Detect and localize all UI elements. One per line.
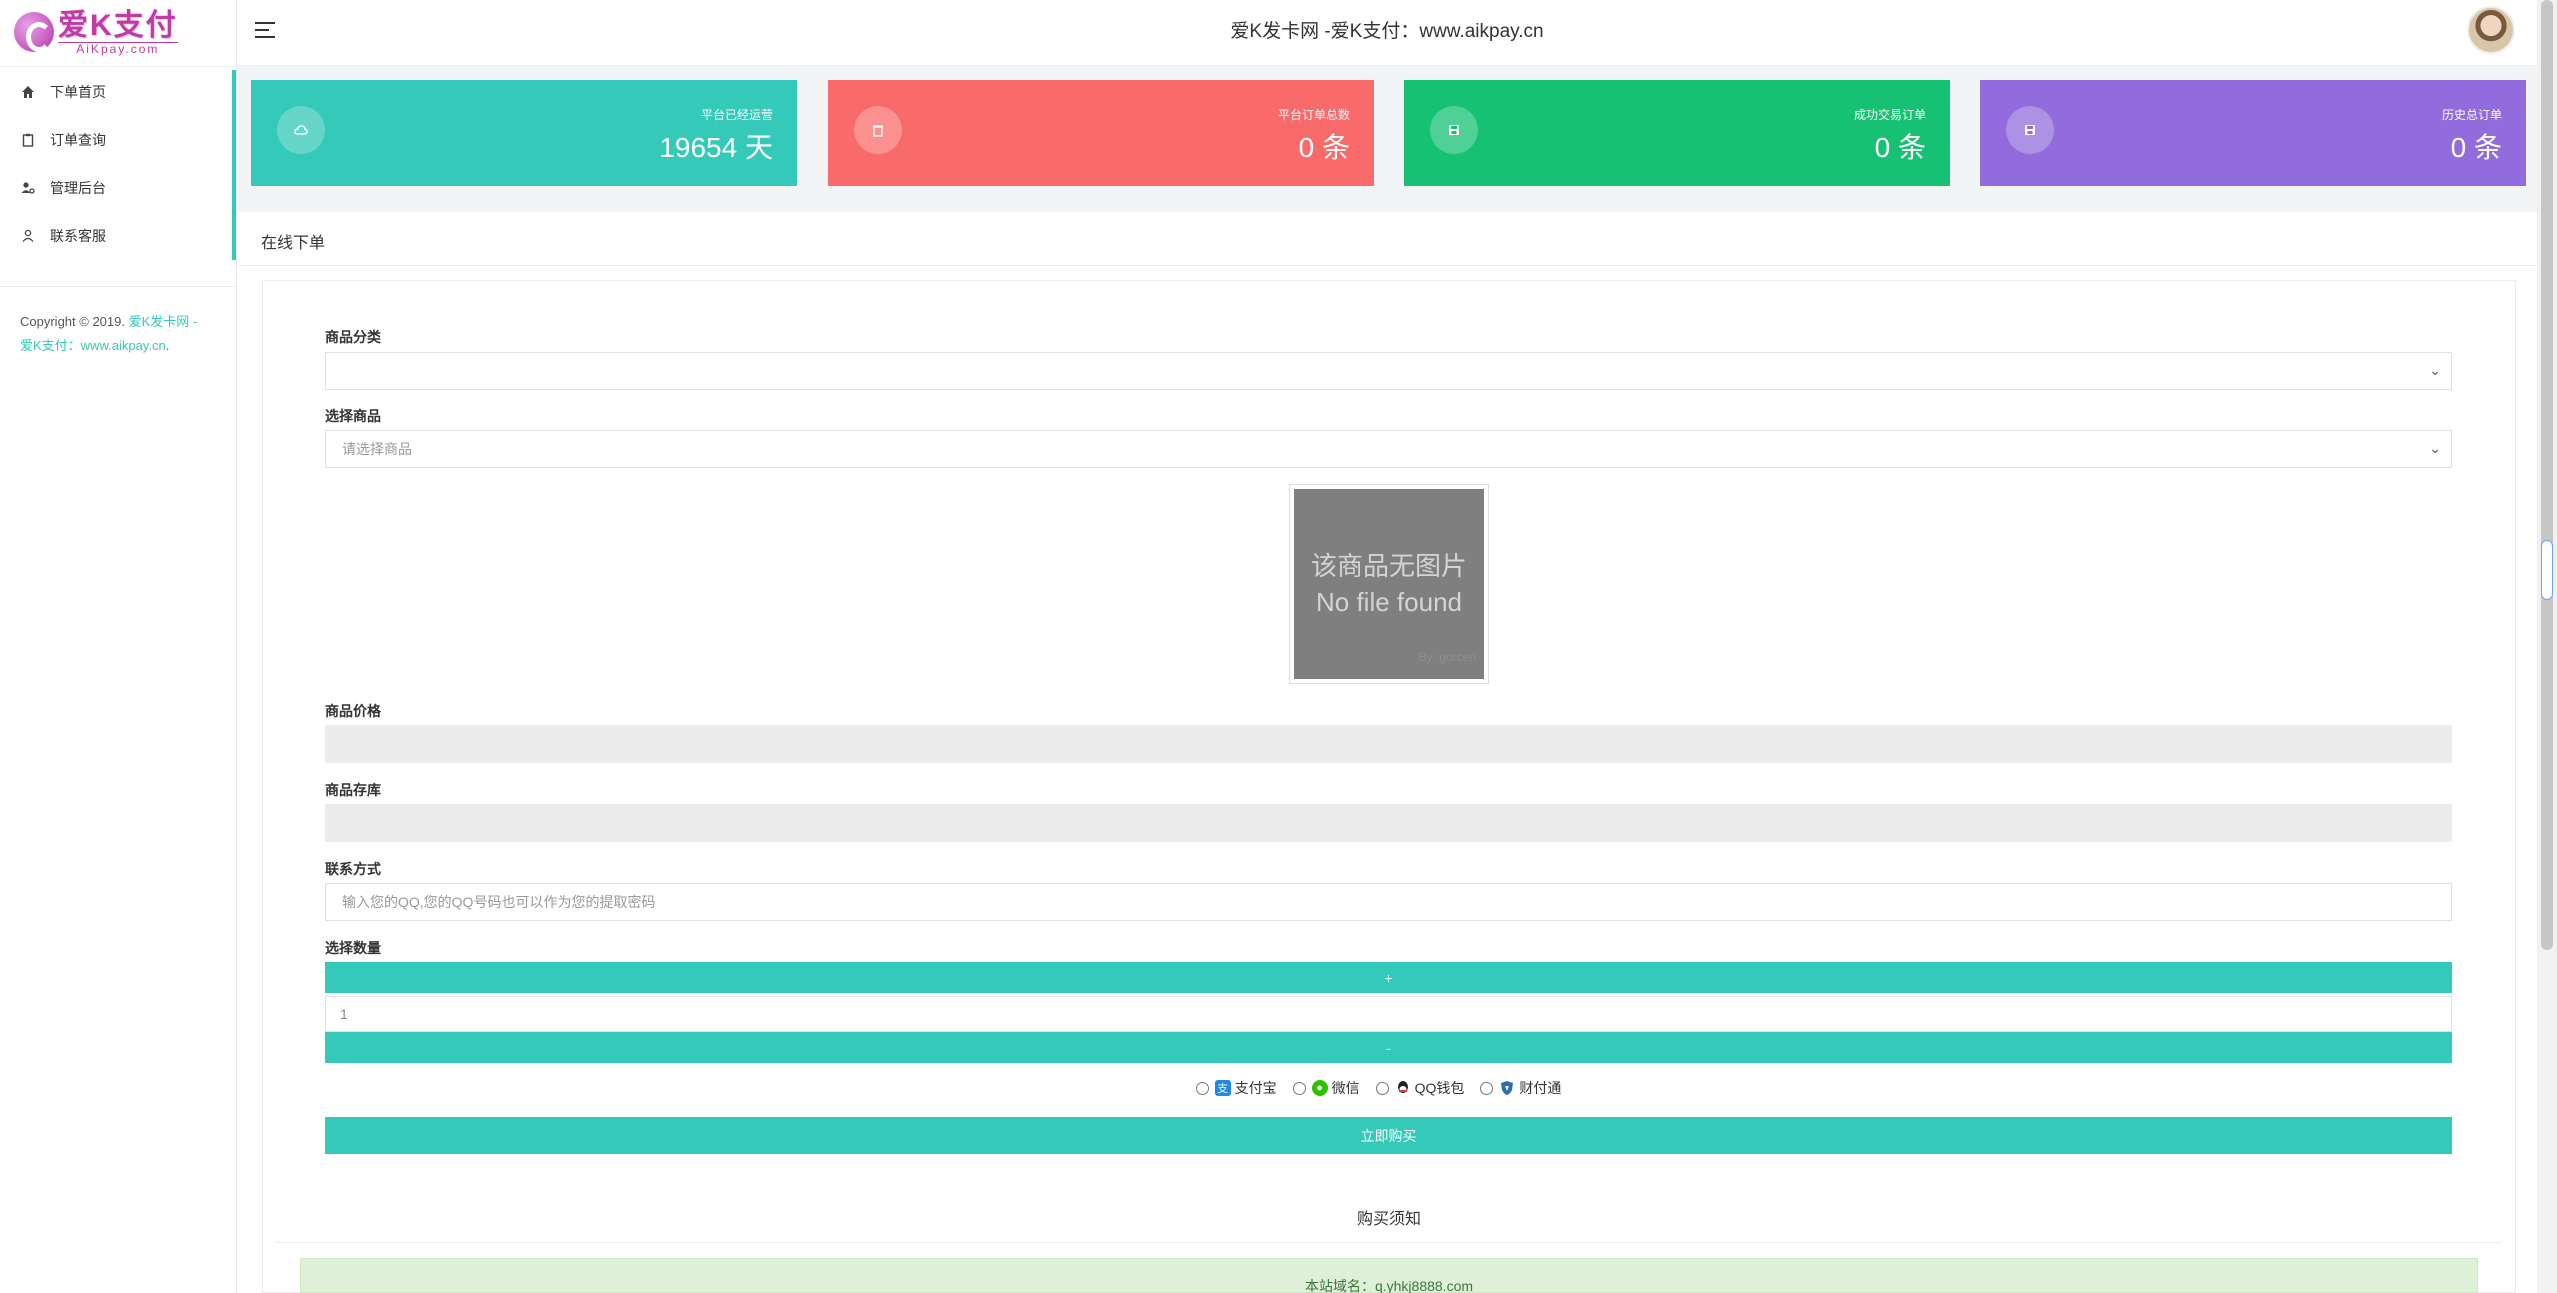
contact-input-placeholder: 输入您的QQ,您的QQ号码也可以作为您的提取密码 xyxy=(342,894,656,910)
user-icon xyxy=(20,228,36,244)
trash-icon xyxy=(854,106,902,154)
save-icon xyxy=(2006,106,2054,154)
sidebar-item-contact[interactable]: 联系客服 xyxy=(0,212,232,260)
chevron-down-icon: ⌄ xyxy=(2429,362,2441,378)
topbar: 爱K发卡网 -爱K支付：www.aikpay.cn xyxy=(237,0,2537,66)
notice-title: 购买须知 xyxy=(1356,1211,1421,1228)
quantity-value: 1 xyxy=(340,1006,348,1022)
scrollbar-thumb[interactable] xyxy=(2541,0,2553,950)
panel-header: 在线下单 xyxy=(237,212,2537,266)
category-label: 商品分类 xyxy=(325,329,381,345)
payment-option-qq[interactable]: QQ钱包 xyxy=(1375,1078,1465,1098)
stat-card-success-orders: 成功交易订单 0 条 xyxy=(1404,80,1950,186)
stat-card-history-orders: 历史总订单 0 条 xyxy=(1980,80,2526,186)
product-select-placeholder: 请选择商品 xyxy=(342,441,412,457)
tenpay-icon xyxy=(1499,1080,1516,1096)
scrollbar-marker xyxy=(2541,540,2553,600)
logo-subtext: AiKpay.com xyxy=(58,41,178,55)
stock-label: 商品存库 xyxy=(325,782,381,798)
payment-label: QQ钱包 xyxy=(1414,1080,1465,1096)
sidebar-item-label: 联系客服 xyxy=(50,228,106,244)
copyright-link[interactable]: 爱K发卡网 - xyxy=(129,314,198,329)
logo-text: 爱K支付 xyxy=(58,8,178,42)
product-select[interactable]: 请选择商品 ⌄ xyxy=(325,430,2452,468)
no-image-placeholder: 该商品无图片 No file found By: gorcen xyxy=(1294,489,1484,679)
payment-option-wechat[interactable]: ● 微信 xyxy=(1292,1078,1360,1098)
wechat-icon: ● xyxy=(1311,1080,1328,1096)
sidebar-item-admin[interactable]: 管理后台 xyxy=(0,164,232,212)
copyright: Copyright © 2019. 爱K发卡网 - 爱K支付：www.aikpa… xyxy=(20,310,220,358)
payment-label: 财付通 xyxy=(1519,1080,1562,1096)
payment-option-tenpay[interactable]: 财付通 xyxy=(1480,1078,1561,1098)
stat-card-days: 平台已经运营 19654 天 xyxy=(251,80,797,186)
sidebar: 爱K支付 AiKpay.com 下单首页 订单查询 管理后台 联系客服 Copy… xyxy=(0,0,237,1293)
payment-label: 微信 xyxy=(1331,1080,1360,1096)
product-label: 选择商品 xyxy=(325,408,381,424)
contact-input[interactable]: 输入您的QQ,您的QQ号码也可以作为您的提取密码 xyxy=(325,883,2452,921)
quantity-increase-button[interactable]: + xyxy=(325,962,2452,993)
quantity-label: 选择数量 xyxy=(325,940,381,956)
radio-button[interactable] xyxy=(1195,1081,1209,1095)
site-title: 爱K发卡网 -爱K支付：www.aikpay.cn xyxy=(1230,21,1544,42)
category-select[interactable]: ⌄ xyxy=(325,352,2452,390)
chevron-down-icon: ⌄ xyxy=(2429,440,2441,456)
no-image-text-cn: 该商品无图片 xyxy=(1310,551,1467,581)
cloud-icon xyxy=(277,106,325,154)
copyright-text: . xyxy=(165,338,170,353)
user-gear-icon xyxy=(20,180,36,196)
home-icon xyxy=(20,84,36,100)
sidebar-divider xyxy=(0,66,236,67)
sidebar-active-accent xyxy=(232,70,236,260)
sidebar-item-order-query[interactable]: 订单查询 xyxy=(0,116,232,164)
alipay-icon: 支 xyxy=(1214,1080,1231,1096)
sidebar-divider xyxy=(0,286,236,287)
price-label: 商品价格 xyxy=(325,703,381,719)
radio-button[interactable] xyxy=(1480,1081,1494,1095)
stat-card-total-orders: 平台订单总数 0 条 xyxy=(828,80,1374,186)
panel-title: 在线下单 xyxy=(261,235,326,252)
copyright-text: Copyright © 2019. xyxy=(20,314,129,329)
payment-methods: 支 支付宝 ● 微信 QQ钱包 财付通 xyxy=(0,1078,2557,1098)
clipboard-icon xyxy=(20,132,36,148)
stat-value: 0 条 xyxy=(2450,132,2502,163)
notice-divider xyxy=(276,1242,2502,1243)
stat-label: 平台订单总数 xyxy=(1277,108,1350,122)
price-field xyxy=(325,725,2452,763)
logo-mark-icon xyxy=(14,12,54,52)
save-icon xyxy=(1430,106,1478,154)
stat-value: 0 条 xyxy=(1298,132,1350,163)
payment-label: 支付宝 xyxy=(1234,1080,1277,1096)
copyright-link[interactable]: 爱K支付：www.aikpay.cn xyxy=(20,338,166,353)
no-image-credit: By: gorcen xyxy=(1418,650,1476,664)
payment-option-alipay[interactable]: 支 支付宝 xyxy=(1195,1078,1277,1098)
stock-field xyxy=(325,804,2452,842)
radio-button[interactable] xyxy=(1292,1081,1306,1095)
sidebar-item-label: 下单首页 xyxy=(50,84,106,100)
contact-label: 联系方式 xyxy=(325,861,381,877)
quantity-input[interactable]: 1 xyxy=(325,996,2452,1032)
stat-label: 成功交易订单 xyxy=(1853,108,1926,122)
sidebar-item-label: 管理后台 xyxy=(50,180,106,196)
notice-domain-text: 本站域名：q.yhkj8888.com xyxy=(1304,1278,1474,1293)
product-image: 该商品无图片 No file found By: gorcen xyxy=(1289,484,1489,684)
notice-box: 本站域名：q.yhkj8888.com xyxy=(300,1258,2478,1293)
stat-value: 0 条 xyxy=(1874,132,1926,163)
quantity-decrease-button[interactable]: - xyxy=(325,1032,2452,1063)
sidebar-item-label: 订单查询 xyxy=(50,132,106,148)
stat-label: 历史总订单 xyxy=(2441,108,2502,122)
no-image-text-en: No file found xyxy=(1316,587,1462,617)
qq-icon xyxy=(1394,1080,1411,1096)
buy-now-button[interactable]: 立即购买 xyxy=(325,1117,2452,1154)
radio-button[interactable] xyxy=(1375,1081,1389,1095)
stat-label: 平台已经运营 xyxy=(700,108,773,122)
logo[interactable]: 爱K支付 AiKpay.com xyxy=(14,9,178,55)
avatar[interactable] xyxy=(2467,6,2515,54)
stat-value: 19654 天 xyxy=(659,132,773,163)
sidebar-item-order-home[interactable]: 下单首页 xyxy=(0,68,232,116)
page-scrollbar[interactable] xyxy=(2537,0,2557,1293)
